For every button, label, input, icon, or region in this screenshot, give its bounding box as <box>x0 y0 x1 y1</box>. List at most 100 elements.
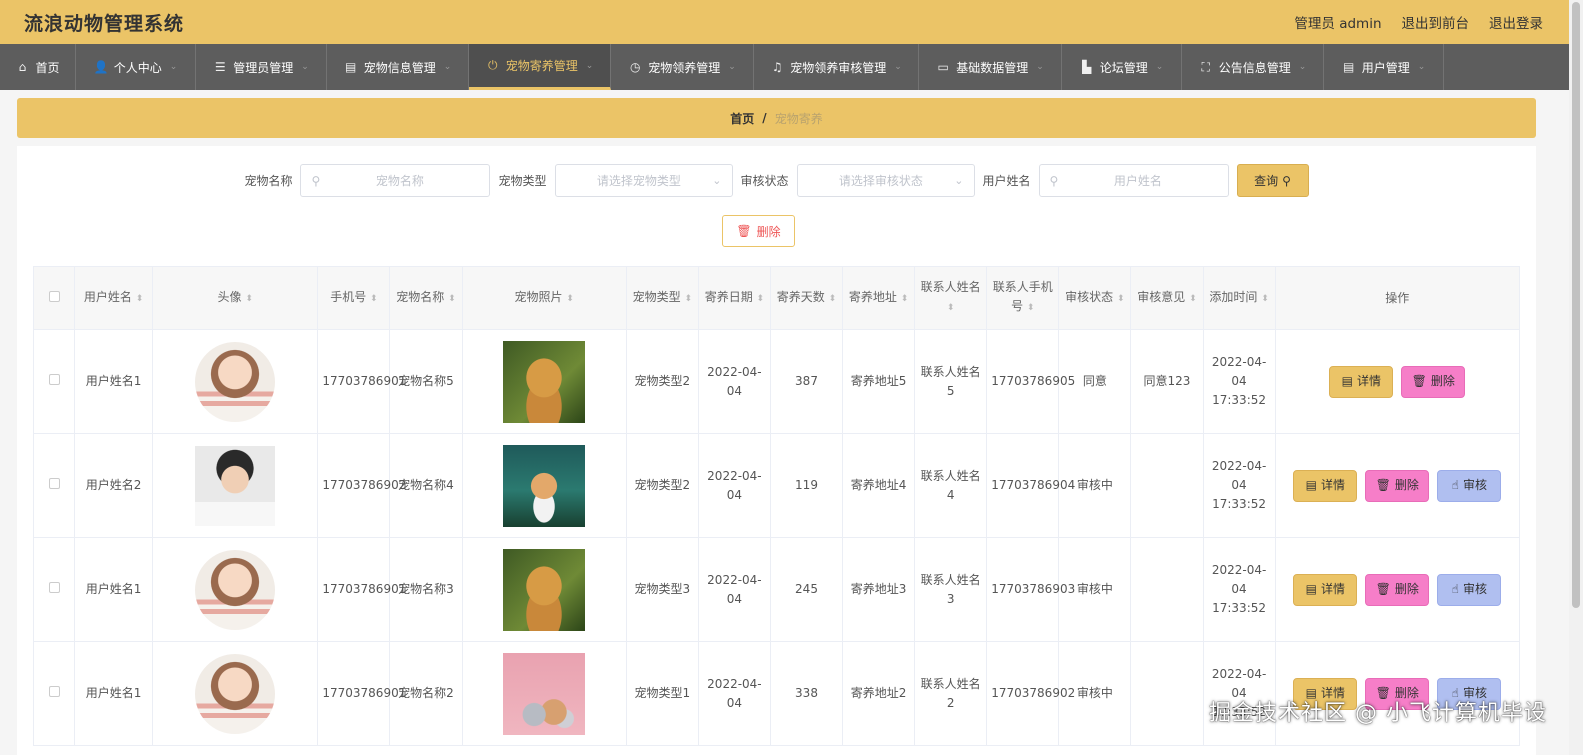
sort-icon[interactable]: ⬍ <box>684 294 692 304</box>
column-header[interactable]: 寄养天数 ⬍ <box>769 266 844 330</box>
page-scrollbar[interactable] <box>1569 0 1583 755</box>
nav-item-3[interactable]: ▤ 宠物信息管理 ⌄ <box>327 44 469 90</box>
table-cell <box>461 329 627 434</box>
sort-icon[interactable]: ⬍ <box>757 294 765 304</box>
row-select-cell <box>32 537 76 642</box>
column-header[interactable]: 用户姓名 ⬍ <box>74 266 154 330</box>
column-header-label: 手机号 <box>330 289 367 304</box>
table-cell <box>152 433 319 538</box>
table-header-row: 用户姓名 ⬍ 头像 ⬍ 手机号 ⬍ 宠物名称 ⬍ 宠物照片 ⬍ 宠物类型 ⬍ 寄养日期 ⬍ 寄… <box>32 266 1521 330</box>
nav-item-label: 用户管理 <box>1361 60 1410 75</box>
table-cell: 寄养地址3 <box>842 537 916 642</box>
row-checkbox[interactable] <box>48 582 60 593</box>
pet-photo[interactable] <box>503 444 586 527</box>
sort-icon[interactable]: ⬍ <box>1189 294 1197 304</box>
nav-item-4[interactable]: ⏻ 宠物寄养管理 ⌄ <box>469 44 611 90</box>
nav-item-1[interactable]: 👤 个人中心 ⌄ <box>76 44 196 90</box>
avatar-image[interactable] <box>195 341 276 422</box>
delete-button[interactable]: 🗑 删除 <box>1401 365 1466 398</box>
column-header[interactable]: 手机号 ⬍ <box>317 266 391 330</box>
column-header[interactable]: 头像 ⬍ <box>152 266 319 330</box>
table-cell: 17703786901 <box>317 329 406 434</box>
column-header[interactable]: 宠物照片 ⬍ <box>461 266 627 330</box>
delete-button[interactable]: 🗑 删除 <box>1365 573 1430 606</box>
select-all-checkbox[interactable] <box>48 290 60 302</box>
column-header[interactable]: 宠物名称 ⬍ <box>389 266 463 330</box>
table-cell <box>1130 433 1204 538</box>
detail-button[interactable]: ▤ 详情 <box>1293 469 1358 502</box>
delete-label: 删除 <box>1430 374 1455 388</box>
avatar-image[interactable] <box>195 653 276 734</box>
nav-item-9[interactable]: ⛶ 公告信息管理 ⌄ <box>1182 44 1324 90</box>
column-header[interactable]: 审核状态 ⬍ <box>1058 266 1132 330</box>
audit-status-select[interactable]: 请选择审核状态 ⌄ <box>796 164 975 197</box>
trash-icon: 🗑 <box>1375 582 1391 596</box>
clipboard-icon: ▤ <box>345 60 357 74</box>
user-name-input[interactable]: ⚲ 用户姓名 <box>1038 164 1229 197</box>
chevron-down-icon: ⌄ <box>1155 62 1164 72</box>
pet-photo[interactable] <box>503 652 586 735</box>
row-checkbox[interactable] <box>48 686 60 697</box>
sort-icon[interactable]: ⬍ <box>901 294 909 304</box>
audit-button[interactable]: ☝ 审核 <box>1437 573 1502 606</box>
nav-item-2[interactable]: ☰ 管理员管理 ⌄ <box>196 44 327 90</box>
chevron-down-icon: ⌄ <box>301 62 309 72</box>
row-checkbox[interactable] <box>48 478 60 489</box>
cell-pet_type: 宠物类型1 <box>634 686 691 700</box>
avatar-image[interactable] <box>195 445 276 526</box>
sort-icon[interactable]: ⬍ <box>1117 294 1125 304</box>
cell-date: 2022-04-04 <box>707 468 762 502</box>
row-checkbox[interactable] <box>48 374 60 385</box>
sort-icon[interactable]: ⬍ <box>829 294 837 304</box>
batch-delete-button[interactable]: 🗑 删除 <box>722 215 795 247</box>
sort-icon[interactable]: ⬍ <box>947 303 955 313</box>
nav-item-0[interactable]: ⌂ 首页 <box>0 44 76 90</box>
avatar-image[interactable] <box>195 549 276 630</box>
pet-name-input[interactable]: ⚲ 宠物名称 <box>300 164 491 197</box>
detail-icon: ▤ <box>1305 478 1317 492</box>
detail-button[interactable]: ▤ 详情 <box>1293 573 1358 606</box>
nav-item-5[interactable]: ◷ 宠物领养管理 ⌄ <box>611 44 754 90</box>
nav-item-10[interactable]: ▤ 用户管理 ⌄ <box>1324 44 1444 90</box>
column-header[interactable]: 寄养地址 ⬍ <box>842 266 916 330</box>
nav-item-6[interactable]: ♫ 宠物领养审核管理 ⌄ <box>754 44 919 90</box>
sort-icon[interactable]: ⬍ <box>1261 294 1269 304</box>
cell-user: 用户姓名1 <box>85 374 142 388</box>
table-cell: 2022-04-04 <box>697 329 771 434</box>
query-button[interactable]: 查询 ⚲ <box>1236 164 1309 197</box>
table-body: 用户姓名1 17703786901 宠物名称5 宠物类型2 2022-04-04 387 寄… <box>32 329 1521 746</box>
nav-item-7[interactable]: ▭ 基础数据管理 ⌄ <box>919 44 1062 90</box>
delete-button[interactable]: 🗑 删除 <box>1365 469 1430 502</box>
column-header[interactable]: 联系人姓名 ⬍ <box>914 266 988 330</box>
column-header[interactable]: 寄养日期 ⬍ <box>697 266 771 330</box>
column-header[interactable]: 添加时间 ⬍ <box>1202 266 1276 330</box>
sort-icon[interactable]: ⬍ <box>448 294 456 304</box>
exit-to-front-link[interactable]: 退出到前台 <box>1402 12 1470 32</box>
pet-type-select[interactable]: 请选择宠物类型 ⌄ <box>554 164 733 197</box>
chevron-down-icon: ⌄ <box>1298 62 1307 72</box>
scrollbar-thumb[interactable] <box>1572 2 1580 608</box>
logout-link[interactable]: 退出登录 <box>1489 12 1543 32</box>
audit-button[interactable]: ☝ 审核 <box>1437 469 1502 502</box>
detail-button[interactable]: ▤ 详情 <box>1329 365 1394 398</box>
breadcrumb-home[interactable]: 首页 <box>730 110 754 127</box>
sort-icon[interactable]: ⬍ <box>136 294 144 304</box>
sort-icon[interactable]: ⬍ <box>245 294 253 304</box>
user-name-placeholder: 用户姓名 <box>1113 174 1162 188</box>
power-icon: ⏻ <box>487 58 498 72</box>
table-cell <box>152 537 319 642</box>
table-cell: 联系人姓名5 <box>914 329 988 434</box>
column-header[interactable]: 联系人手机号 ⬍ <box>986 266 1060 330</box>
nav-item-8[interactable]: ▙ 论坛管理 ⌄ <box>1062 44 1182 90</box>
actions-cell: ▤ 详情 🗑 删除 ☝ 审核 <box>1274 641 1521 746</box>
table-cell <box>461 433 627 538</box>
sort-icon[interactable]: ⬍ <box>370 294 378 304</box>
column-header[interactable]: 宠物类型 ⬍ <box>625 266 699 330</box>
column-header[interactable]: 审核意见 ⬍ <box>1130 266 1204 330</box>
sort-icon[interactable]: ⬍ <box>566 294 574 304</box>
table-cell: 宠物类型2 <box>625 329 699 434</box>
pet-photo[interactable] <box>503 548 586 631</box>
pet-photo[interactable] <box>503 340 586 423</box>
sort-icon[interactable]: ⬍ <box>1027 303 1035 313</box>
cell-date: 2022-04-04 <box>707 364 762 398</box>
